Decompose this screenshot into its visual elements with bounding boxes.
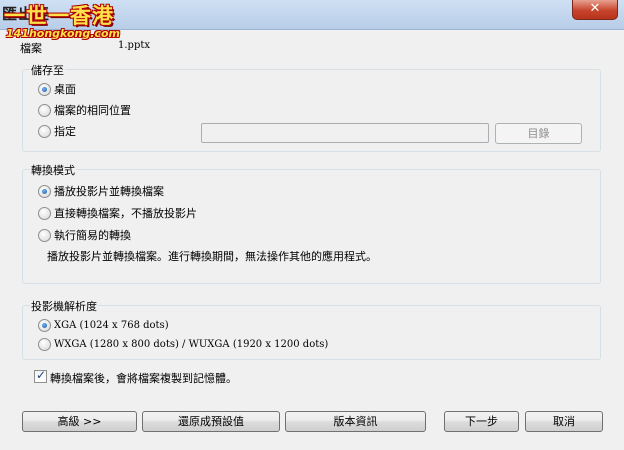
- radio-label: 檔案的相同位置: [54, 104, 131, 117]
- close-button[interactable]: ✕: [572, 0, 618, 20]
- radio-label: XGA (1024 x 768 dots): [54, 319, 169, 331]
- radio-xga[interactable]: XGA (1024 x 768 dots): [38, 317, 169, 333]
- radio-label: 播放投影片並轉換檔案: [54, 185, 164, 198]
- file-name: 1.pptx: [118, 40, 151, 51]
- watermark-url: 141hongkong.com: [6, 27, 120, 40]
- radio-wxga[interactable]: WXGA (1280 x 800 dots) / WUXGA (1920 x 1…: [38, 336, 328, 352]
- path-input[interactable]: [201, 123, 489, 143]
- watermark-logo: 一世一香港 141hongkong.com: [4, 0, 132, 44]
- radio-direct-convert[interactable]: 直接轉換檔案，不播放投影片: [38, 205, 197, 221]
- radio-button[interactable]: [38, 82, 51, 96]
- radio-button[interactable]: [38, 206, 51, 220]
- radio-button[interactable]: [38, 184, 51, 198]
- copy-to-memory-label: 轉換檔案後，會將檔案複製到記憶體。: [50, 372, 237, 385]
- convert-mode-note: 播放投影片並轉換檔案。進行轉換期間，無法操作其他的應用程式。: [47, 250, 377, 263]
- version-info-button[interactable]: 版本資訊: [285, 411, 426, 432]
- copy-to-memory-checkbox[interactable]: ✓: [34, 368, 47, 383]
- radio-specify[interactable]: 指定: [38, 123, 76, 139]
- radio-button[interactable]: [38, 337, 51, 351]
- radio-label: 直接轉換檔案，不播放投影片: [54, 207, 197, 220]
- convert-mode-title: 轉換模式: [30, 162, 76, 178]
- save-to-title: 儲存至: [30, 62, 65, 78]
- next-button[interactable]: 下一步: [444, 411, 519, 432]
- watermark-text: 一世一香港: [4, 4, 114, 28]
- file-label: 檔案: [20, 42, 42, 55]
- resolution-title: 投影機解析度: [30, 298, 98, 314]
- close-icon: ✕: [589, 1, 601, 16]
- advanced-button[interactable]: 高級 >>: [22, 411, 137, 432]
- radio-button[interactable]: [38, 124, 51, 138]
- radio-simple-convert[interactable]: 執行簡易的轉換: [38, 227, 131, 243]
- radio-same-location[interactable]: 檔案的相同位置: [38, 102, 131, 118]
- browse-button[interactable]: 目錄: [495, 123, 582, 144]
- checkmark-icon: ✓: [36, 368, 47, 382]
- restore-defaults-button[interactable]: 還原成預設值: [142, 411, 280, 432]
- radio-button[interactable]: [38, 228, 51, 242]
- radio-label: 桌面: [54, 83, 76, 96]
- radio-play-and-convert[interactable]: 播放投影片並轉換檔案: [38, 183, 164, 199]
- radio-desktop[interactable]: 桌面: [38, 81, 76, 97]
- cancel-button[interactable]: 取消: [525, 411, 603, 432]
- radio-button[interactable]: [38, 318, 51, 332]
- radio-label: WXGA (1280 x 800 dots) / WUXGA (1920 x 1…: [54, 338, 329, 350]
- radio-label: 執行簡易的轉換: [54, 229, 131, 242]
- radio-label: 指定: [54, 125, 76, 138]
- radio-button[interactable]: [38, 103, 51, 117]
